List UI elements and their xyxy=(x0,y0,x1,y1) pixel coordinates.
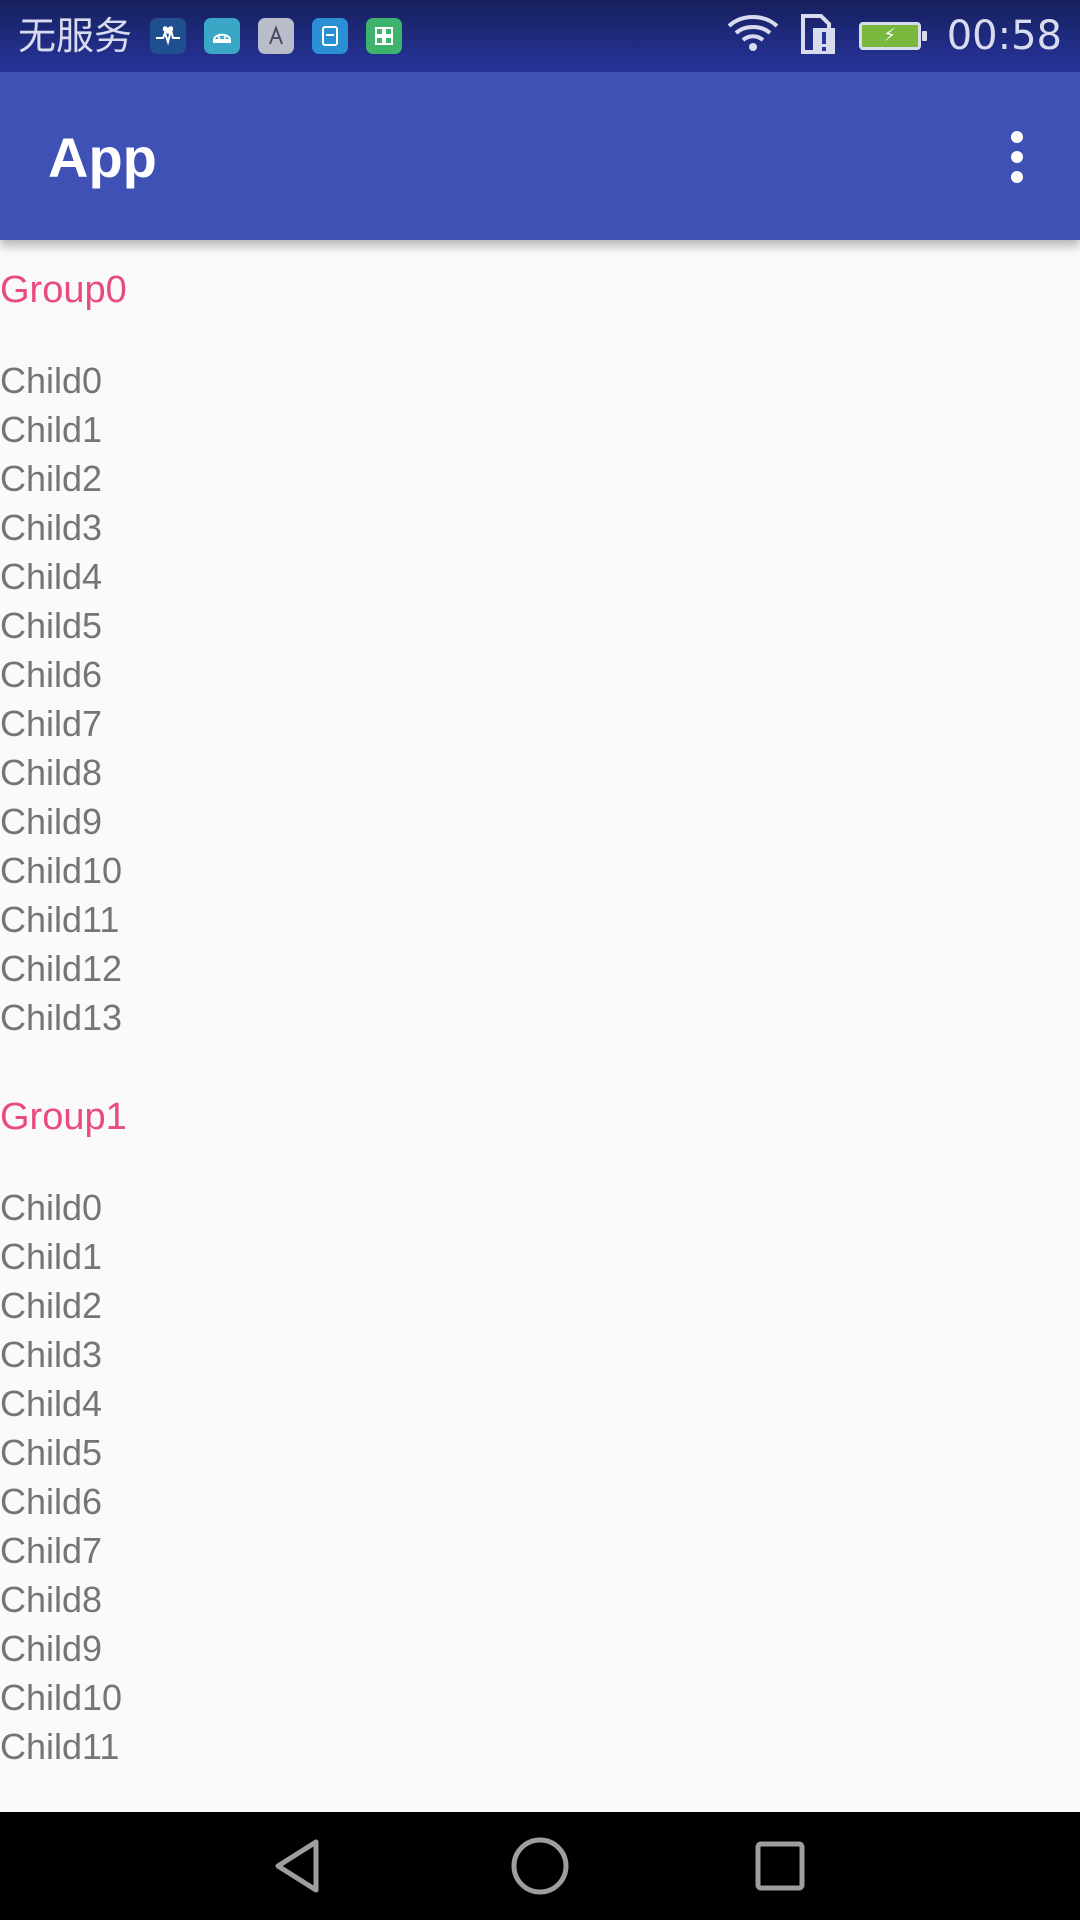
clock: 00:58 xyxy=(946,13,1062,59)
list-item[interactable]: Child9 xyxy=(0,797,1080,846)
list-item[interactable]: Child8 xyxy=(0,748,1080,797)
list-item[interactable]: Child10 xyxy=(0,846,1080,895)
status-bar: 无服务 ⚡ 00:58 xyxy=(0,0,1080,72)
list-item[interactable]: Child1 xyxy=(0,405,1080,454)
grid-icon xyxy=(366,18,402,54)
list-item[interactable]: Child2 xyxy=(0,1281,1080,1330)
list-item[interactable]: Child11 xyxy=(0,895,1080,944)
notification-icons xyxy=(150,18,402,54)
list-item[interactable]: Child6 xyxy=(0,1477,1080,1526)
list-item[interactable]: Child10 xyxy=(0,1673,1080,1722)
more-vert-icon[interactable] xyxy=(990,112,1044,202)
group-header[interactable]: Group0 xyxy=(0,240,1080,340)
list-item[interactable]: Child0 xyxy=(0,1183,1080,1232)
battery-icon: ⚡ xyxy=(858,22,927,50)
list-item[interactable]: Child6 xyxy=(0,650,1080,699)
list-item[interactable]: Child7 xyxy=(0,699,1080,748)
status-indicators: ⚡ 00:58 xyxy=(727,12,1062,60)
list-item[interactable]: Child9 xyxy=(0,1624,1080,1673)
sim-alert-icon xyxy=(799,12,839,60)
list-item[interactable]: Child3 xyxy=(0,503,1080,552)
list-item[interactable]: Child4 xyxy=(0,552,1080,601)
android-icon xyxy=(204,18,240,54)
list-item[interactable]: Child4 xyxy=(0,1379,1080,1428)
list-item[interactable]: Child5 xyxy=(0,1428,1080,1477)
app-bar: App xyxy=(0,72,1080,240)
back-icon[interactable] xyxy=(264,1830,336,1902)
font-icon xyxy=(258,18,294,54)
home-icon[interactable] xyxy=(504,1830,576,1902)
list-item[interactable]: Child5 xyxy=(0,601,1080,650)
list-item[interactable]: Child11 xyxy=(0,1722,1080,1771)
card-icon xyxy=(312,18,348,54)
recents-icon[interactable] xyxy=(744,1830,816,1902)
page-title: App xyxy=(48,126,157,189)
navigation-bar xyxy=(0,1812,1080,1920)
list-item[interactable]: Child12 xyxy=(0,944,1080,993)
carrier-label: 无服务 xyxy=(18,14,133,58)
wifi-icon xyxy=(727,14,779,58)
group-header[interactable]: Group1 xyxy=(0,1067,1080,1167)
list-item[interactable]: Child0 xyxy=(0,356,1080,405)
expandable-list[interactable]: Group0 Child0 Child1 Child2 Child3 Child… xyxy=(0,240,1080,1812)
list-item[interactable]: Child7 xyxy=(0,1526,1080,1575)
list-item[interactable]: Child3 xyxy=(0,1330,1080,1379)
list-item[interactable]: Child2 xyxy=(0,454,1080,503)
list-item[interactable]: Child8 xyxy=(0,1575,1080,1624)
health-icon xyxy=(150,18,186,54)
list-item[interactable]: Child1 xyxy=(0,1232,1080,1281)
list-item[interactable]: Child13 xyxy=(0,993,1080,1042)
